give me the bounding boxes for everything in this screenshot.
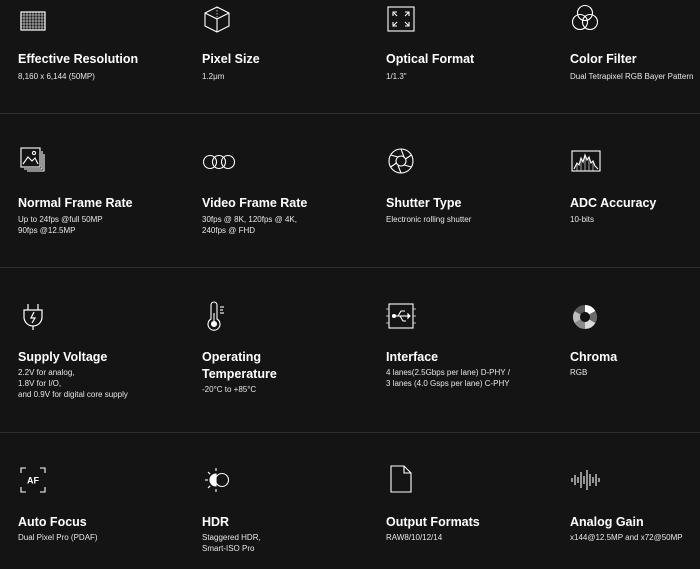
spec-title: ADC Accuracy [570,196,657,210]
autofocus-icon-label: AF [27,476,39,486]
aperture-icon [386,146,416,176]
color-wheel-icon [570,302,600,332]
spec-value: 1/1.3" [386,72,407,81]
thermometer-icon [202,301,232,331]
expand-frame-icon [386,4,416,34]
spec-row: Effective Resolution 8,160 x 6,144 (50MP… [0,0,700,113]
spec-grid: Effective Resolution 8,160 x 6,144 (50MP… [0,0,700,569]
spec-value: 4 lanes(2.5Gbps per lane) D-PHY / 3 lane… [386,368,510,388]
spec-value: -20°C to +85°C [202,385,257,394]
cube-icon [202,4,232,34]
spec-value: 10-bits [570,215,595,224]
hdr-sun-icon [202,465,234,495]
document-icon [386,464,416,494]
spec-title: Pixel Size [202,52,260,66]
film-circles-icon [202,147,236,177]
spec-value: 2.2V for analog, 1.8V for I/O, and 0.9V … [18,368,128,399]
image-stack-icon [18,145,48,175]
spec-value: Staggered HDR, Smart-ISO Pro [202,533,261,553]
spec-title: Analog Gain [570,515,644,529]
spec-title: HDR [202,515,230,529]
spec-title: Chroma [570,350,618,364]
spec-value: 8,160 x 6,144 (50MP) [18,72,95,81]
spec-row: Supply Voltage 2.2V for analog, 1.8V for… [0,267,700,432]
spec-row: AF Auto Focus Dual Pixel Pro (PDAF) HDR … [0,432,700,569]
spec-value: RGB [570,368,588,377]
spec-title: Video Frame Rate [202,196,308,210]
spec-title: Shutter Type [386,196,462,210]
spec-title: Effective Resolution [18,52,139,66]
histogram-icon [570,146,602,176]
spec-title: Operating Temperature [202,350,277,381]
spec-value: Dual Pixel Pro (PDAF) [18,533,98,542]
power-plug-icon [18,301,48,331]
spec-value: Electronic rolling shutter [386,215,472,224]
spec-value: 1.2μm [202,72,225,81]
rgb-circles-icon [570,3,600,33]
spec-title: Normal Frame Rate [18,196,133,210]
usb-frame-icon [386,301,416,331]
grid-icon [18,6,48,36]
spec-title: Auto Focus [18,515,87,529]
spec-title: Color Filter [570,52,637,66]
spec-title: Output Formats [386,515,480,529]
spec-value: x144@12.5MP and x72@50MP [570,533,683,542]
spec-title: Interface [386,350,439,364]
spec-value: Dual Tetrapixel RGB Bayer Pattern [570,72,694,81]
autofocus-icon: AF [18,465,48,495]
spec-value: Up to 24fps @full 50MP 90fps @12.5MP [18,215,103,235]
spec-value: 30fps @ 8K, 120fps @ 4K, 240fps @ FHD [202,215,297,235]
spec-row: Normal Frame Rate Up to 24fps @full 50MP… [0,113,700,267]
spec-title: Supply Voltage [18,350,108,364]
waveform-icon [570,465,600,495]
spec-title: Optical Format [386,52,475,66]
spec-value: RAW8/10/12/14 [386,533,443,542]
